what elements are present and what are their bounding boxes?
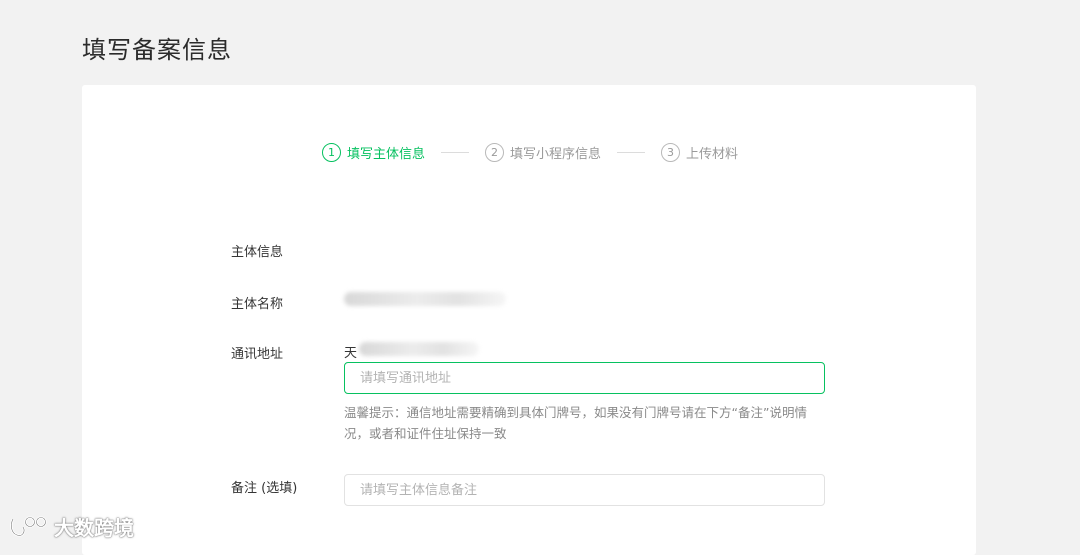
page-title: 填写备案信息 — [82, 36, 232, 64]
step-3-label: 上传材料 — [686, 147, 739, 162]
address-input[interactable] — [344, 362, 825, 394]
step-divider — [617, 152, 646, 153]
step-2-label: 填写小程序信息 — [510, 147, 602, 162]
step-1-number: 1 — [322, 143, 341, 162]
step-indicator: 1 填写主体信息 2 填写小程序信息 3 上传材料 — [322, 143, 738, 162]
step-3-number: 3 — [661, 143, 681, 162]
address-redacted — [359, 342, 479, 356]
address-hint: 温馨提示：通信地址需要精确到具体门牌号，如果没有门牌号请在下方“备注”说明情况，… — [344, 405, 807, 441]
subject-name-redacted — [344, 292, 506, 306]
remark-label: 备注 (选填) — [231, 481, 298, 496]
address-label: 通讯地址 — [231, 347, 284, 362]
remark-input[interactable] — [344, 474, 825, 506]
address-prefix: 天 — [344, 346, 358, 361]
step-2: 2 填写小程序信息 — [485, 143, 601, 162]
step-2-number: 2 — [485, 143, 505, 162]
subject-name-label: 主体名称 — [231, 297, 284, 312]
step-1-label: 填写主体信息 — [347, 147, 426, 162]
watermark: 大数跨境 — [8, 512, 134, 541]
watermark-logo-icon — [10, 515, 47, 537]
step-1: 1 填写主体信息 — [322, 143, 425, 162]
watermark-text: 大数跨境 — [54, 516, 134, 540]
step-3: 3 上传材料 — [661, 143, 738, 162]
section-title: 主体信息 — [231, 245, 284, 260]
step-divider — [441, 152, 470, 153]
form-card: 1 填写主体信息 2 填写小程序信息 3 上传材料 主体信息 主体名称 通讯地址… — [82, 85, 976, 555]
